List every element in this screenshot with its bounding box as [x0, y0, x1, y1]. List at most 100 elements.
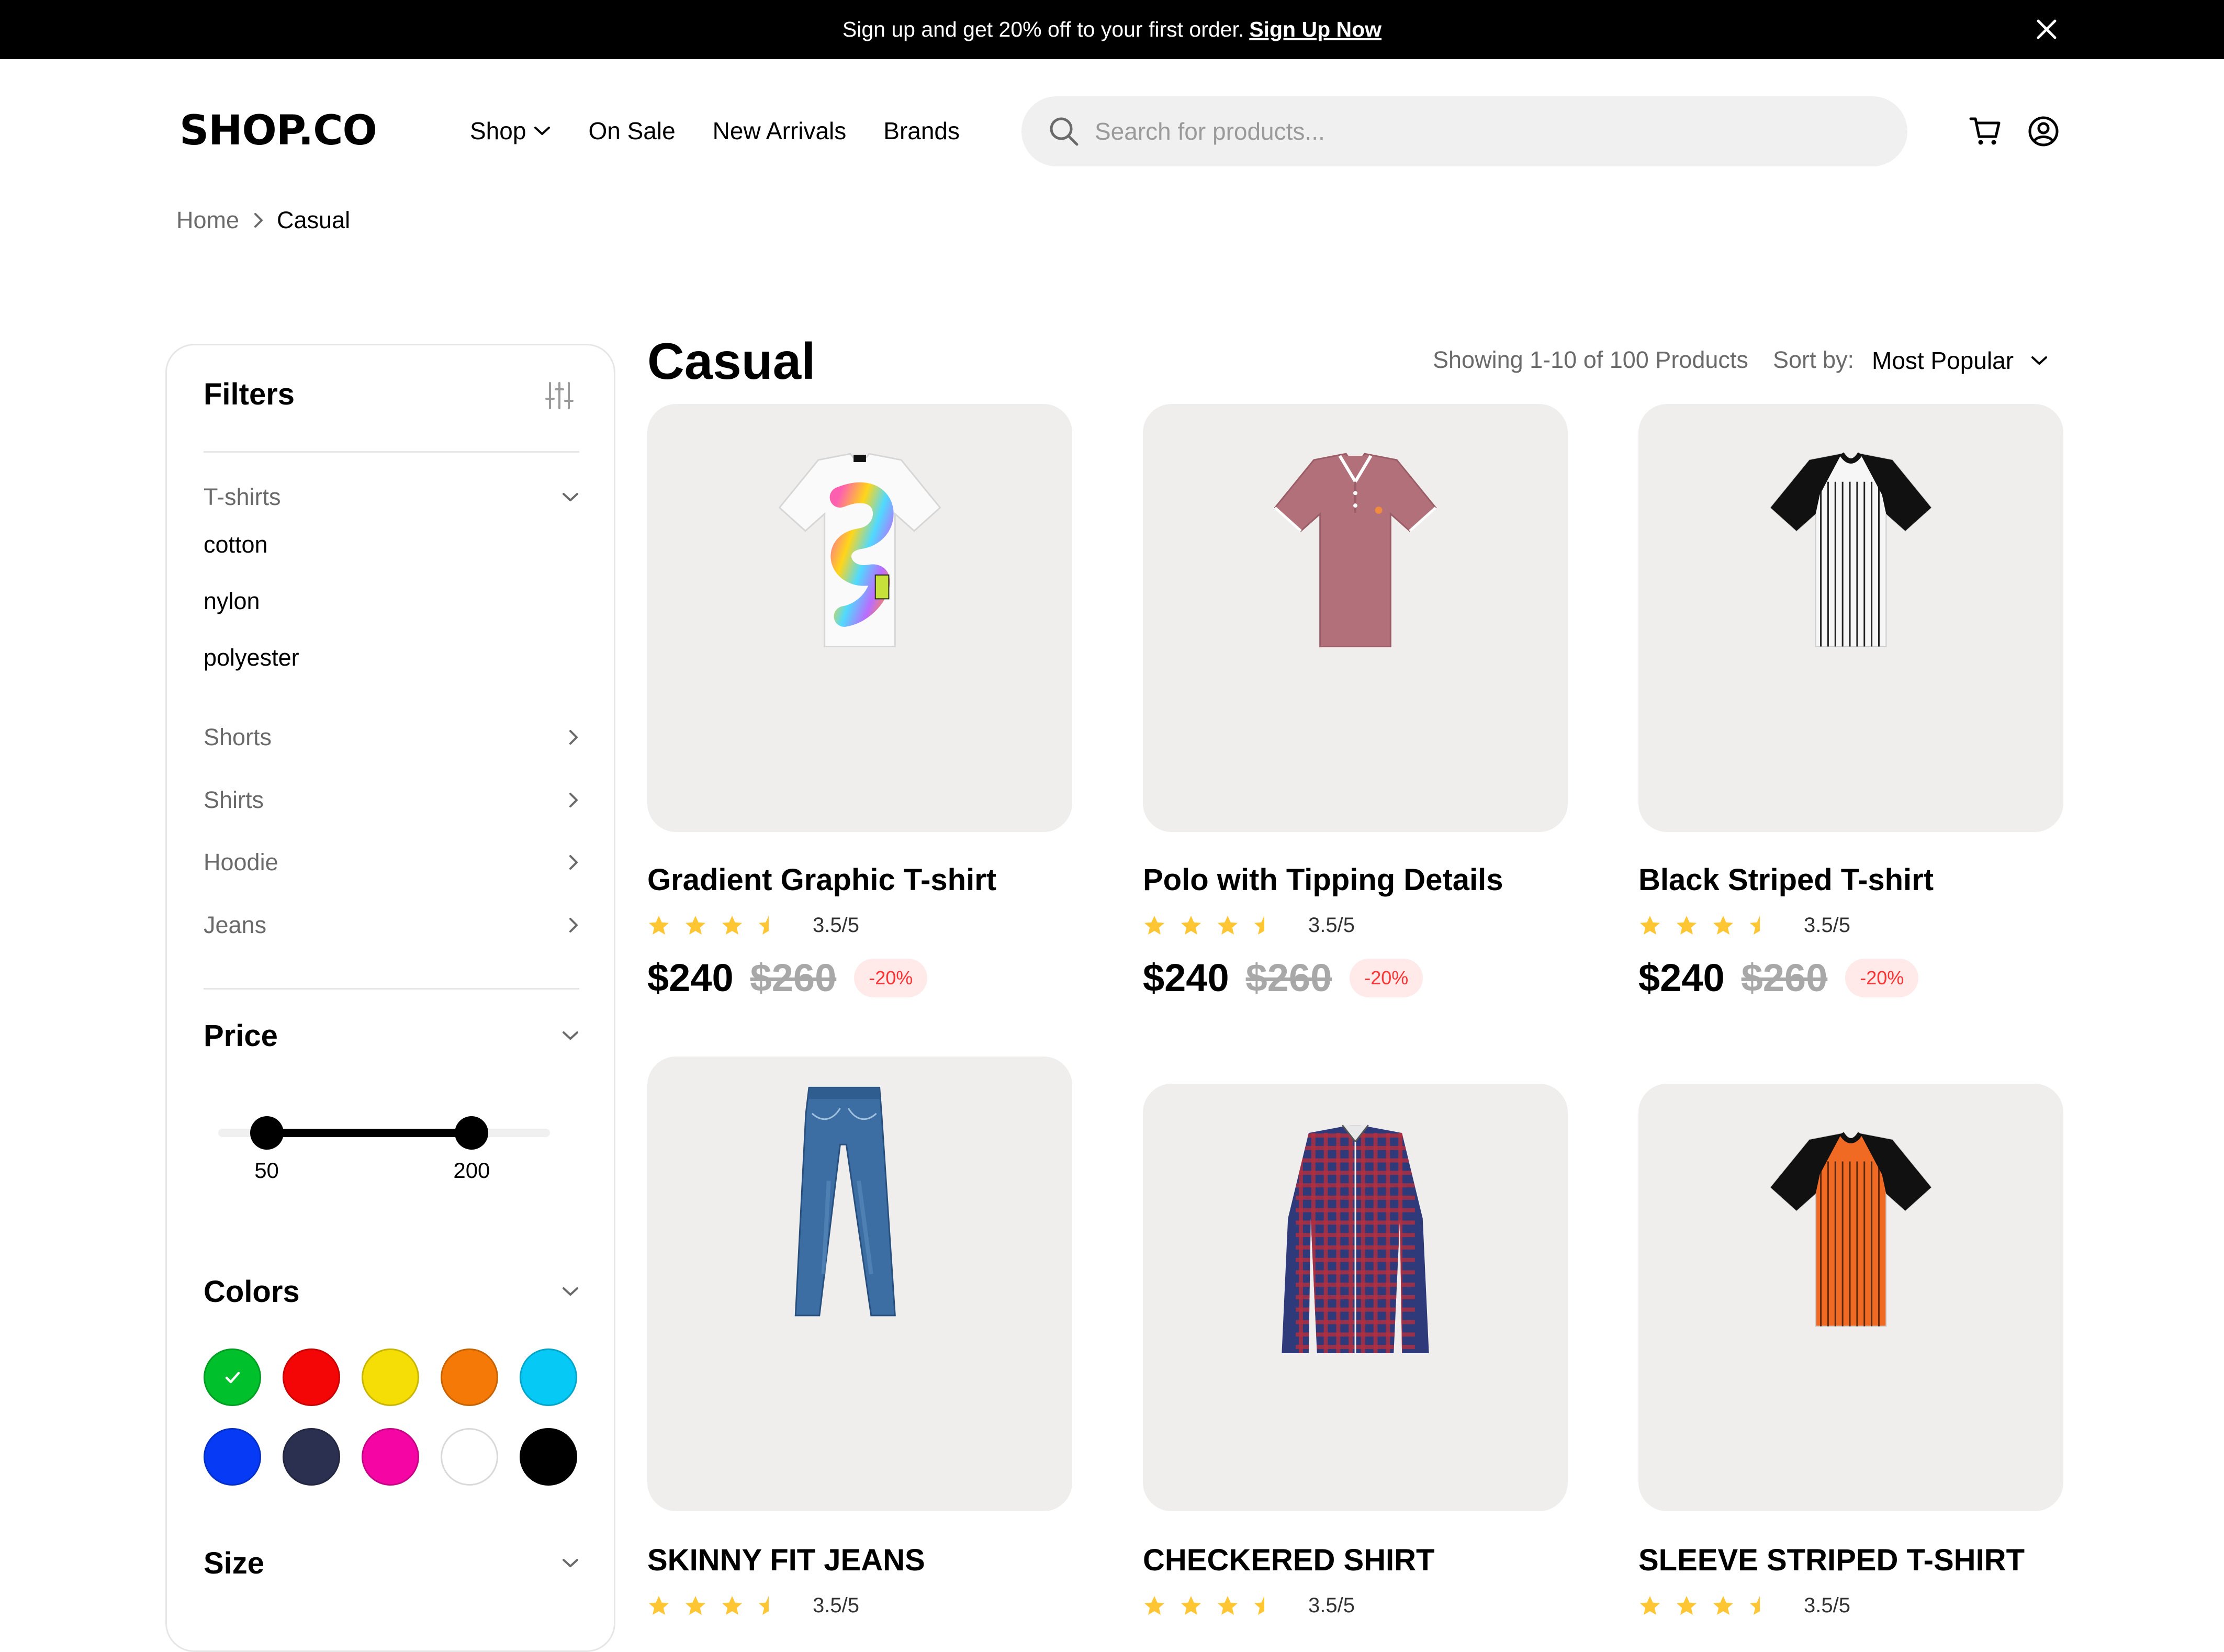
category-shorts-label: Shorts — [204, 724, 272, 750]
subcategory-nylon[interactable]: nylon — [204, 588, 260, 615]
nav-on-sale[interactable]: On Sale — [588, 117, 675, 145]
rating-stars — [1143, 914, 1289, 937]
color-swatch[interactable] — [362, 1348, 419, 1406]
star-icon — [1640, 1595, 1660, 1615]
chevron-right-icon — [569, 793, 578, 807]
price-min-handle[interactable] — [250, 1116, 284, 1150]
nav-shop[interactable]: Shop — [470, 117, 551, 145]
star-icon — [1144, 1595, 1164, 1615]
price-max-handle[interactable] — [455, 1116, 489, 1150]
color-swatch[interactable] — [441, 1428, 498, 1486]
main-nav: Shop On Sale New Arrivals Brands — [470, 115, 960, 147]
product-name[interactable]: SKINNY FIT JEANS — [647, 1543, 925, 1578]
star-icon — [686, 1595, 705, 1615]
subcategory-cotton[interactable]: cotton — [204, 531, 268, 558]
chevron-right-icon — [569, 855, 578, 870]
product-rating: 3.5/5 — [1143, 1594, 1355, 1617]
nav-brands[interactable]: Brands — [883, 117, 960, 145]
category-tshirts[interactable]: T-shirts — [204, 481, 579, 513]
rating-text: 3.5/5 — [1308, 914, 1355, 937]
subcategory-polyester[interactable]: polyester — [204, 644, 299, 671]
nav-on-sale-label: On Sale — [588, 117, 676, 144]
rating-text: 3.5/5 — [1804, 1594, 1850, 1617]
jeans-icon — [794, 1086, 896, 1317]
orange-striped-tshirt-icon — [1770, 1132, 1932, 1327]
price-filter-header[interactable]: Price — [204, 1017, 579, 1054]
breadcrumb-home[interactable]: Home — [176, 207, 239, 234]
breadcrumb: Home Casual — [176, 207, 350, 234]
product-name[interactable]: Black Striped T-shirt — [1638, 862, 1934, 897]
color-swatch[interactable] — [204, 1428, 261, 1486]
chevron-down-icon — [2031, 356, 2048, 365]
user-account-icon[interactable] — [2027, 115, 2060, 148]
page-title: Casual — [647, 332, 816, 390]
color-swatch[interactable] — [283, 1428, 340, 1486]
striped-tshirt-icon — [1770, 452, 1932, 647]
close-icon[interactable] — [2033, 16, 2060, 43]
star-icon — [759, 915, 769, 935]
breadcrumb-current: Casual — [277, 207, 351, 233]
nav-new-arrivals[interactable]: New Arrivals — [713, 117, 847, 145]
color-swatch[interactable] — [362, 1428, 419, 1486]
rating-text: 3.5/5 — [813, 1594, 859, 1617]
cart-icon[interactable] — [1969, 115, 2002, 148]
search-input[interactable] — [1095, 117, 1880, 145]
chevron-down-icon — [563, 1287, 578, 1296]
chevron-down-icon — [563, 1559, 578, 1567]
color-swatch[interactable] — [283, 1348, 340, 1406]
filters-panel: Filters T-shirts cotton nylon polyester … — [165, 344, 615, 1652]
filter-settings-icon[interactable] — [544, 380, 575, 411]
search-icon — [1050, 117, 1079, 146]
star-icon — [1713, 915, 1733, 935]
size-filter-header[interactable]: Size — [204, 1545, 579, 1581]
price-min-value: 50 — [254, 1158, 279, 1183]
promo-text: Sign up and get 20% off to your first or… — [842, 17, 1244, 41]
star-icon — [1640, 915, 1660, 935]
product-image[interactable] — [1143, 1084, 1568, 1511]
checkered-shirt-icon — [1282, 1125, 1429, 1353]
color-swatch[interactable] — [204, 1348, 261, 1406]
chevron-down-icon — [563, 1031, 578, 1040]
divider — [204, 988, 579, 990]
original-price: $260 — [1741, 956, 1828, 999]
category-shirts[interactable]: Shirts — [204, 784, 579, 816]
current-price: $240 — [1143, 956, 1229, 999]
product-image[interactable] — [1638, 404, 2063, 832]
product-name[interactable]: Polo with Tipping Details — [1143, 862, 1503, 897]
star-icon — [722, 915, 742, 935]
rating-stars — [647, 914, 794, 937]
color-swatch[interactable] — [520, 1348, 577, 1406]
product-image[interactable] — [647, 404, 1072, 832]
chevron-down-icon — [534, 127, 551, 135]
product-image[interactable] — [1638, 1084, 2063, 1511]
chevron-down-icon — [563, 493, 578, 501]
rating-stars — [1638, 914, 1785, 937]
color-swatch[interactable] — [441, 1348, 498, 1406]
star-icon — [1677, 915, 1697, 935]
product-name[interactable]: SLEEVE STRIPED T-SHIRT — [1638, 1543, 2025, 1578]
product-name[interactable]: CHECKERED SHIRT — [1143, 1543, 1435, 1578]
product-name[interactable]: Gradient Graphic T-shirt — [647, 862, 996, 897]
price-max-value: 200 — [453, 1158, 490, 1183]
product-image[interactable] — [1143, 404, 1568, 832]
category-shirts-label: Shirts — [204, 786, 264, 813]
announcement-bar: Sign up and get 20% off to your first or… — [0, 0, 2224, 59]
category-shorts[interactable]: Shorts — [204, 722, 579, 753]
original-price: $260 — [750, 956, 837, 999]
colors-filter-header[interactable]: Colors — [204, 1273, 579, 1310]
nav-brands-label: Brands — [883, 117, 960, 144]
logo[interactable]: SHOP.CO — [179, 107, 377, 154]
gradient-tshirt-icon — [778, 453, 941, 647]
color-swatch[interactable] — [520, 1428, 577, 1486]
category-hoodie[interactable]: Hoodie — [204, 847, 579, 878]
colors-heading: Colors — [204, 1274, 300, 1309]
product-image[interactable] — [647, 1057, 1072, 1511]
star-icon — [1677, 1595, 1697, 1615]
star-icon — [1218, 915, 1238, 935]
original-price: $260 — [1245, 956, 1332, 999]
category-jeans[interactable]: Jeans — [204, 909, 579, 941]
product-rating: 3.5/5 — [1143, 914, 1355, 937]
sort-dropdown[interactable]: Most Popular — [1872, 346, 2048, 375]
star-icon — [1181, 915, 1201, 935]
sign-up-link[interactable]: Sign Up Now — [1249, 17, 1381, 42]
